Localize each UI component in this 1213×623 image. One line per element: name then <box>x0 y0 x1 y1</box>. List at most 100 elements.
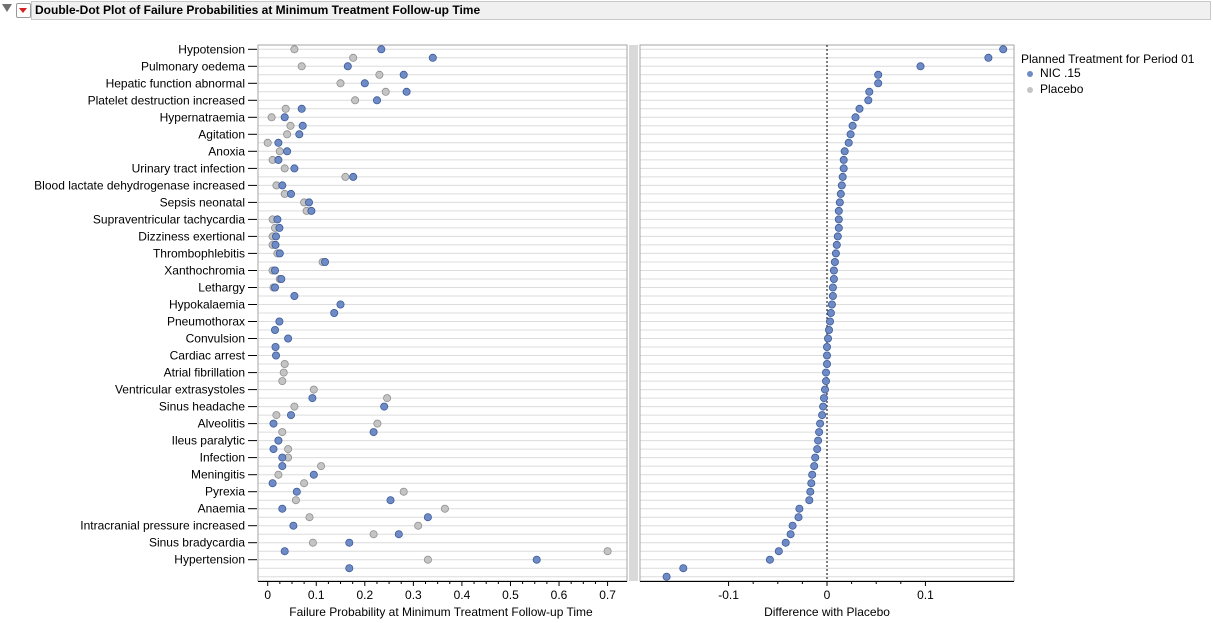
y-tick-label: Intracranial pressure increased <box>80 519 245 533</box>
placebo-dot <box>272 411 281 420</box>
y-tick-label: Agitation <box>198 127 245 141</box>
legend-label-nic: NIC .15 <box>1040 66 1081 80</box>
difference-dot <box>838 172 847 181</box>
y-tick-label: Hepatic function abnormal <box>106 76 245 90</box>
legend-title: Planned Treatment for Period 01 <box>1021 52 1195 66</box>
placebo-dot <box>375 70 384 79</box>
nic-dot <box>297 104 306 113</box>
nic-dot <box>280 547 289 556</box>
difference-dot <box>806 487 815 496</box>
difference-dot <box>795 504 804 513</box>
difference-dot <box>839 155 848 164</box>
difference-dot <box>855 104 864 113</box>
nic-dot <box>290 164 299 173</box>
y-tick-label: Anaemia <box>198 502 246 516</box>
placebo-dot <box>280 359 289 368</box>
placebo-dot <box>603 547 612 556</box>
placebo-dot <box>440 504 449 513</box>
nic-dot <box>386 496 395 505</box>
nic-dot <box>284 334 293 343</box>
y-tick-label: Cardiac arrest <box>170 349 246 363</box>
difference-dot <box>807 479 816 488</box>
placebo-dot <box>279 368 288 377</box>
legend-swatch-placebo <box>1027 87 1033 93</box>
placebo-dot <box>300 479 309 488</box>
nic-dot <box>369 428 378 437</box>
legend-item-nic[interactable]: NIC .15 <box>1027 66 1194 82</box>
placebo-dot <box>290 402 299 411</box>
y-tick-label: Meningitis <box>191 468 245 482</box>
difference-dot <box>774 547 783 556</box>
nic-dot <box>271 240 280 249</box>
panel-splitter[interactable] <box>629 45 638 581</box>
nic-dot <box>298 121 307 130</box>
difference-dot <box>820 394 829 403</box>
left-tick-label: 0 <box>264 588 271 602</box>
nic-dot <box>307 206 316 215</box>
nic-dot <box>286 189 295 198</box>
nic-dot <box>394 530 403 539</box>
y-tick-label: Hypokalaemia <box>169 298 245 312</box>
nic-dot <box>423 513 432 522</box>
nic-dot <box>343 62 352 71</box>
y-tick-label: Platelet destruction increased <box>88 93 245 107</box>
difference-dot <box>846 130 855 139</box>
nic-dot <box>274 138 283 147</box>
difference-dot <box>999 45 1008 54</box>
difference-dot <box>823 342 832 351</box>
nic-dot <box>428 53 437 62</box>
nic-dot <box>269 419 278 428</box>
nic-dot <box>345 564 354 573</box>
difference-dot <box>844 138 853 147</box>
y-tick-label: Sinus headache <box>159 400 245 414</box>
placebo-dot <box>373 419 382 428</box>
placebo-dot <box>275 147 284 156</box>
y-tick-label: Pyrexia <box>205 485 245 499</box>
y-tick-label: Hypertension <box>174 553 245 567</box>
placebo-dot <box>267 113 276 122</box>
nic-dot <box>377 45 386 54</box>
nic-dot <box>273 215 282 224</box>
difference-dot <box>822 377 831 386</box>
nic-dot <box>271 342 280 351</box>
nic-dot <box>271 232 280 241</box>
left-tick-label: 0.5 <box>502 588 519 602</box>
placebo-dot <box>283 130 292 139</box>
difference-dot <box>662 572 671 581</box>
difference-dot <box>819 402 828 411</box>
legend-swatch-nic <box>1027 71 1033 77</box>
difference-dot <box>821 385 830 394</box>
nic-dot <box>275 249 284 258</box>
legend-item-placebo[interactable]: Placebo <box>1027 82 1194 98</box>
legend: Planned Treatment for Period 01 NIC .15 … <box>1021 52 1194 98</box>
nic-dot <box>309 470 318 479</box>
difference-dot <box>831 249 840 258</box>
nic-dot <box>277 274 286 283</box>
difference-dot <box>829 274 838 283</box>
left-tick-label: 0.7 <box>599 588 616 602</box>
nic-dot <box>372 96 381 105</box>
difference-dot <box>823 351 832 360</box>
difference-dot <box>874 79 883 88</box>
nic-dot <box>286 411 295 420</box>
difference-dot <box>826 317 835 326</box>
nic-dot <box>295 130 304 139</box>
left-x-axis: 0 0.1 0.2 0.3 0.4 0.5 0.6 0.7 <box>258 581 627 602</box>
y-tick-label: Hypotension <box>178 42 245 56</box>
y-tick-label: Sepsis neonatal <box>160 195 245 209</box>
placebo-dot <box>291 496 300 505</box>
difference-dot <box>811 453 820 462</box>
nic-dot <box>268 479 277 488</box>
difference-dot <box>832 240 841 249</box>
nic-dot <box>330 308 339 317</box>
placebo-dot <box>336 79 345 88</box>
nic-dot <box>274 436 283 445</box>
nic-dot <box>345 538 354 547</box>
difference-dot <box>836 189 845 198</box>
nic-dot <box>320 257 329 266</box>
difference-dot <box>815 428 824 437</box>
placebo-dot <box>414 521 423 530</box>
nic-dot <box>380 402 389 411</box>
difference-dot <box>679 564 688 573</box>
difference-dot <box>788 521 797 530</box>
